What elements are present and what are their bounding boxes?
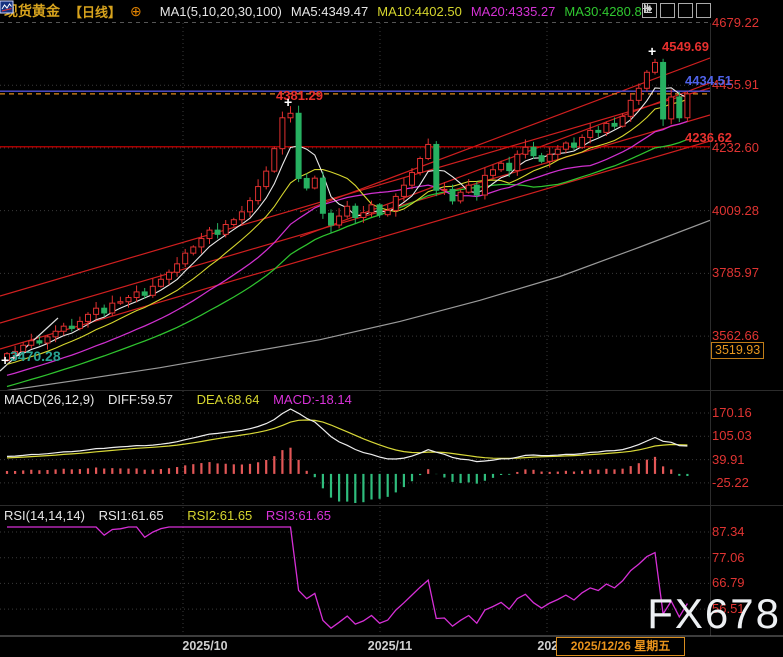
low-label: 3470.28 [10,350,61,363]
high-cross-marker: + [648,45,656,58]
indicator-tick: -25.22 [712,476,749,490]
dea-value: DEA:68.64 [197,392,260,407]
date-tick: 2025/11 [368,639,413,653]
ma20-line [7,121,687,375]
date-tick: 2025/10 [182,639,227,653]
gold-daily-chart-window: 现货黄金 【日线】 ⊕ MA1(5,10,20,30,100) MA5:4349… [0,0,783,657]
macd-label-row: MACD(26,12,9) DIFF:59.57 DEA:68.64 MACD:… [4,392,362,407]
rsi-params-label: RSI(14,14,14) RSI1:61.65 [4,508,174,523]
price-tick: 3562.66 [712,329,759,343]
rsi-line [7,527,687,628]
indicator-tick: 105.03 [712,429,752,443]
price-tick: 3785.97 [712,266,759,280]
candlestick-chart-canvas[interactable] [0,0,783,657]
ma30-line [7,139,687,386]
alert-price-label: 3519.93 [711,342,764,359]
macd-value: MACD:-18.14 [273,392,352,407]
indicator-tick: 77.06 [712,551,745,565]
indicator-tick: 87.34 [712,525,745,539]
low-cross-marker: + [1,354,9,367]
red-level-label: 4236.62 [685,131,732,144]
diff-line [7,409,687,462]
ma10-line [7,99,687,364]
rsi-label-row: RSI(14,14,14) RSI1:61.65 RSI2:61.65 RSI3… [4,508,341,523]
blue-level-label: 4434.51 [685,74,732,87]
ma100-line [0,220,710,391]
recent-high-label: 4549.69 [662,40,709,53]
peak-cross-marker: + [284,96,292,109]
rsi2-value: RSI2:61.65 [187,508,252,523]
fx678-watermark: FX678 [647,590,781,638]
price-tick: 4679.22 [712,16,759,30]
price-tick: 4009.28 [712,204,759,218]
highlighted-date-label: 2025/12/26 星期五 [556,637,685,656]
indicator-tick: 170.16 [712,406,752,420]
macd-params-label: MACD(26,12,9) DIFF:59.57 [4,392,183,407]
indicator-tick: 39.91 [712,453,745,467]
ma5-line [7,88,687,359]
macd-histogram [7,448,687,503]
indicator-tick: 66.79 [712,576,745,590]
rsi3-value: RSI3:61.65 [266,508,331,523]
